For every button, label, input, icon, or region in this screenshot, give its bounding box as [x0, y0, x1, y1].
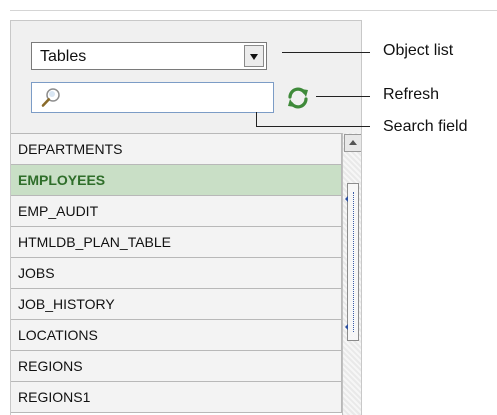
list-item[interactable]: DEPARTMENTS [11, 134, 342, 165]
top-divider [10, 10, 497, 11]
panel-header [11, 21, 361, 133]
grip-nub-bottom [345, 324, 348, 330]
callout-line-search [256, 126, 370, 127]
object-browser-panel: Tables DEPARTMENTS EMPLOYEES EMP_AUDIT H… [10, 20, 362, 415]
search-icon [41, 88, 60, 107]
scroll-grip [353, 192, 354, 332]
vertical-scrollbar[interactable] [342, 133, 361, 415]
list-item[interactable]: LOCATIONS [11, 320, 342, 351]
callout-line-refresh [316, 96, 370, 97]
grip-nub-top [345, 196, 348, 202]
list-item[interactable]: REGIONS [11, 351, 342, 382]
dropdown-button[interactable] [244, 45, 264, 67]
scroll-up-button[interactable] [344, 134, 361, 152]
list-item-selected[interactable]: EMPLOYEES [11, 165, 342, 196]
callout-vline-search [256, 112, 257, 126]
list-item[interactable]: EMP_AUDIT [11, 196, 342, 227]
object-list: DEPARTMENTS EMPLOYEES EMP_AUDIT HTMLDB_P… [11, 133, 351, 415]
callout-search-field: Search field [383, 118, 468, 135]
chevron-down-icon [250, 54, 258, 60]
object-list-select[interactable]: Tables [31, 42, 267, 70]
list-item[interactable]: REGIONS1 [11, 382, 342, 413]
search-field[interactable] [31, 82, 274, 113]
callout-refresh: Refresh [383, 86, 440, 103]
list-item[interactable]: JOB_HISTORY [11, 289, 342, 320]
list-item[interactable]: JOBS [11, 258, 342, 289]
callout-line-object-list [282, 52, 370, 53]
list-item[interactable]: HTMLDB_PLAN_TABLE [11, 227, 342, 258]
search-input[interactable] [68, 87, 272, 109]
object-list-value: Tables [40, 48, 87, 65]
scroll-thumb[interactable] [345, 183, 359, 341]
callout-object-list: Object list [383, 42, 454, 59]
refresh-icon[interactable] [286, 86, 310, 110]
chevron-up-icon [349, 140, 357, 145]
